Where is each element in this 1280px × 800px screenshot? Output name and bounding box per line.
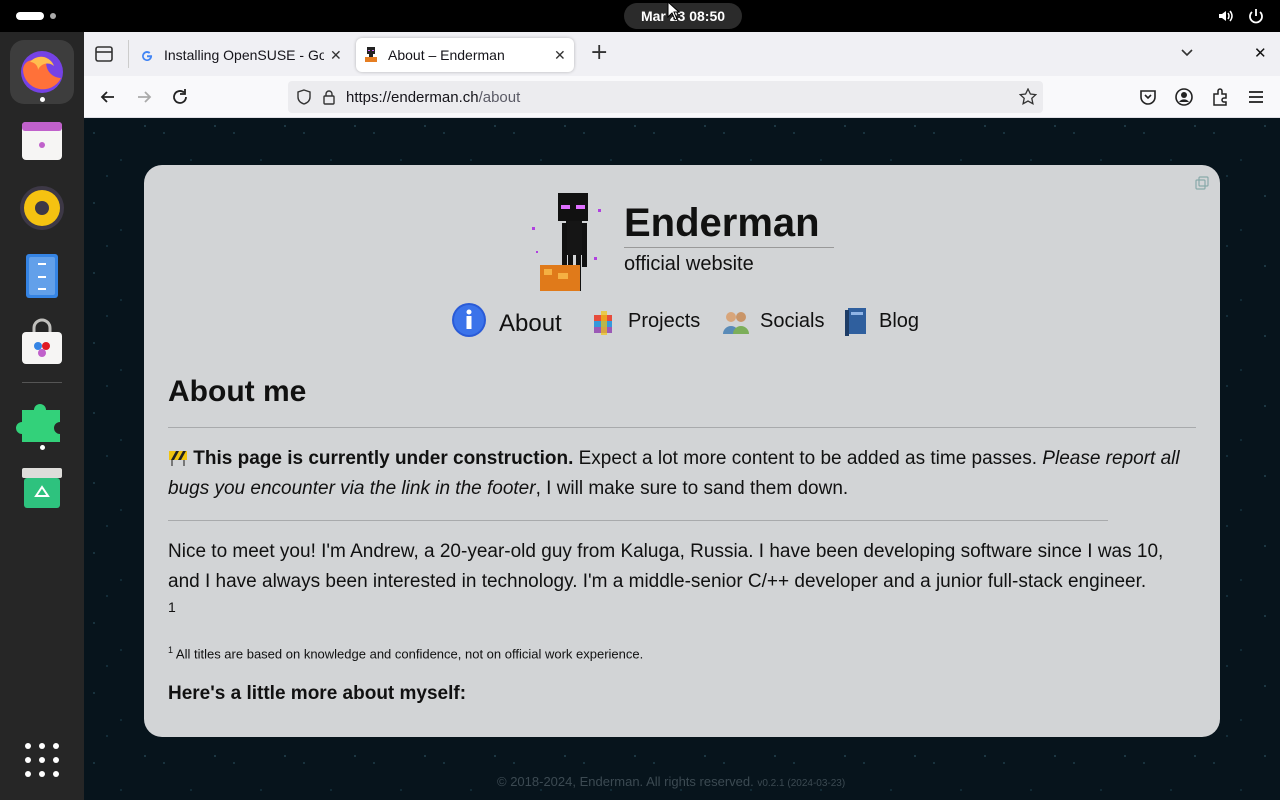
nav-blog[interactable]: Blog <box>879 310 919 333</box>
forward-arrow-icon[interactable] <box>134 87 154 107</box>
construction-notice: This page is currently under constructio… <box>168 444 1198 504</box>
calendar-launcher[interactable] <box>10 108 74 172</box>
shield-icon[interactable] <box>296 89 312 105</box>
running-indicator <box>40 445 45 450</box>
page-footer: © 2018-2024, Enderman. All rights reserv… <box>497 774 845 789</box>
pocket-icon[interactable] <box>1138 87 1158 107</box>
projects-icon[interactable] <box>590 309 618 337</box>
files-launcher[interactable] <box>10 244 74 308</box>
file-cabinet-icon <box>26 254 58 298</box>
section-subheading: Here's a little more about myself: <box>168 683 467 704</box>
workspace-active-indicator <box>16 12 44 20</box>
system-top-bar: Mar 23 08:50 <box>0 0 1280 32</box>
enderman-favicon-icon <box>365 47 377 62</box>
intro-paragraph: Nice to meet you! I'm Andrew, a 20-year-… <box>168 541 1164 592</box>
url-text[interactable]: https://enderman.ch/about <box>346 89 520 106</box>
tab-divider <box>128 40 129 68</box>
firefox-icon <box>21 51 63 93</box>
construction-sign-icon <box>169 451 187 466</box>
software-launcher[interactable] <box>10 312 74 376</box>
browser-nav-bar: https://enderman.ch/about <box>84 76 1280 118</box>
chevron-down-icon[interactable] <box>1180 48 1194 58</box>
nav-socials[interactable]: Socials <box>760 310 824 333</box>
bookmark-star-icon[interactable] <box>1019 88 1037 106</box>
running-indicator <box>40 97 45 102</box>
browser-tab-bar: Installing OpenSUSE - Go ✕ About – Ender… <box>84 32 1280 76</box>
notice-text: Expect a lot more content to be added as… <box>573 448 1043 469</box>
footer-text[interactable]: © 2018-2024, Enderman. All rights reserv… <box>497 774 754 789</box>
footnote-reference[interactable]: 1 <box>168 599 176 615</box>
clock[interactable]: Mar 23 08:50 <box>624 3 742 29</box>
nav-projects[interactable]: Projects <box>628 310 700 333</box>
tab-label: About – Enderman <box>388 47 505 63</box>
lock-icon[interactable] <box>322 89 336 105</box>
activities-button[interactable] <box>16 12 56 20</box>
mouse-cursor-icon <box>667 1 681 21</box>
notice-tail: , I will make sure to sand them down. <box>535 478 849 499</box>
close-window-button[interactable]: ✕ <box>1254 44 1267 62</box>
rhythmbox-launcher[interactable] <box>10 176 74 240</box>
url-path: /about <box>478 89 521 106</box>
address-bar[interactable]: https://enderman.ch/about <box>288 81 1043 113</box>
enderman-logo <box>532 193 601 291</box>
url-host: https://enderman.ch <box>346 89 479 106</box>
app-grid-icon[interactable] <box>24 742 60 778</box>
tab-label: Installing OpenSUSE - Go <box>164 47 324 63</box>
volume-icon[interactable] <box>1217 7 1235 25</box>
account-icon[interactable] <box>1174 87 1194 107</box>
shopping-bag-icon <box>22 318 62 364</box>
google-icon <box>142 51 153 62</box>
firefox-view-icon[interactable] <box>94 45 114 63</box>
power-icon[interactable] <box>1247 7 1265 25</box>
close-icon[interactable]: ✕ <box>554 47 566 64</box>
footnote: 1 All titles are based on knowledge and … <box>168 645 643 661</box>
extensions-launcher[interactable] <box>10 388 74 452</box>
nav-about[interactable]: About <box>499 310 562 338</box>
version-label: v0.2.1 (2024-03-23) <box>757 778 846 789</box>
site-subtitle: official website <box>624 253 754 275</box>
site-title: Enderman <box>624 201 820 245</box>
heading-divider <box>168 427 1196 428</box>
puzzle-piece-icon <box>16 404 60 442</box>
notice-bold: This page is currently under constructio… <box>193 448 574 469</box>
speaker-icon <box>20 186 64 230</box>
workspace-indicator <box>50 13 56 19</box>
copy-icon[interactable] <box>1194 175 1210 191</box>
footnote-text: All titles are based on knowledge and co… <box>173 646 644 662</box>
book-icon[interactable] <box>842 306 870 338</box>
app-dock <box>0 32 84 800</box>
tab-about-enderman[interactable]: About – Enderman ✕ <box>356 38 574 72</box>
notice-divider <box>168 520 1108 521</box>
close-icon[interactable]: ✕ <box>330 47 342 64</box>
reload-icon[interactable] <box>170 87 190 107</box>
info-icon[interactable] <box>451 302 487 338</box>
page-viewport: Enderman official website About Projects… <box>84 118 1280 800</box>
page-heading: About me <box>168 375 307 408</box>
socials-icon[interactable] <box>721 308 751 336</box>
new-tab-button[interactable]: + <box>590 41 608 65</box>
extensions-icon[interactable] <box>1210 87 1230 107</box>
tab-installing-opensuse[interactable]: Installing OpenSUSE - Go ✕ <box>132 38 352 72</box>
dock-separator <box>22 382 62 383</box>
calendar-icon <box>22 122 62 160</box>
title-underline <box>624 247 834 248</box>
back-arrow-icon[interactable] <box>98 87 118 107</box>
firefox-launcher[interactable] <box>10 40 74 104</box>
trash-launcher[interactable] <box>10 456 74 520</box>
content-card: Enderman official website About Projects… <box>144 165 1220 737</box>
recycle-bin-icon <box>22 468 62 508</box>
menu-icon[interactable] <box>1246 87 1266 107</box>
